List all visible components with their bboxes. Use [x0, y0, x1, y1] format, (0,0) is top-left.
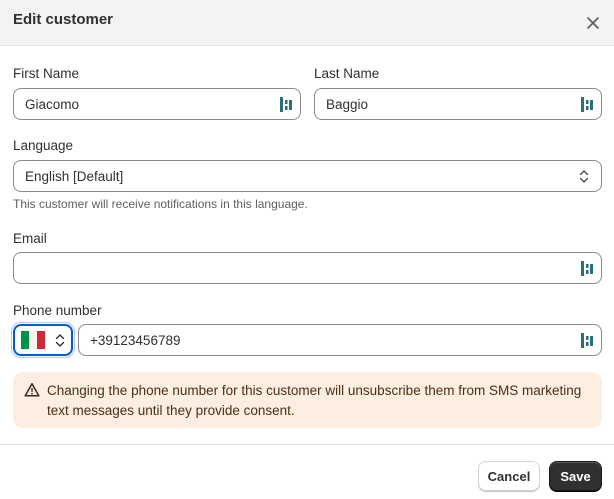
email-input[interactable]	[24, 259, 571, 279]
phone-value: +39123456789	[90, 333, 181, 348]
select-arrows-icon	[55, 334, 65, 347]
modal-header: Edit customer	[0, 0, 614, 46]
phone-field[interactable]: +39123456789	[78, 324, 602, 356]
country-code-select[interactable]	[11, 322, 75, 358]
language-value: English [Default]	[25, 169, 124, 184]
email-label: Email	[13, 231, 47, 246]
password-manager-icon[interactable]	[280, 97, 292, 112]
first-name-value: Giacomo	[25, 97, 80, 112]
save-button[interactable]: Save	[549, 461, 602, 491]
footer-divider	[0, 444, 614, 445]
close-icon	[587, 17, 599, 29]
language-select[interactable]: English [Default]	[13, 160, 602, 192]
password-manager-icon[interactable]	[581, 261, 593, 276]
edit-customer-modal: Edit customer First Name Giacomo Last Na…	[0, 0, 614, 499]
password-manager-icon[interactable]	[581, 333, 593, 348]
italy-flag-icon	[21, 331, 45, 349]
last-name-field[interactable]: Baggio	[314, 88, 602, 120]
first-name-label: First Name	[13, 66, 80, 81]
close-button[interactable]	[582, 12, 604, 34]
email-field[interactable]	[13, 252, 602, 284]
language-label: Language	[13, 138, 74, 153]
password-manager-icon[interactable]	[581, 97, 593, 112]
cancel-button[interactable]: Cancel	[478, 461, 540, 491]
last-name-label: Last Name	[314, 66, 380, 81]
warning-message: Changing the phone number for this custo…	[47, 383, 582, 418]
sms-consent-warning-banner: Changing the phone number for this custo…	[13, 372, 602, 428]
language-help-text: This customer will receive notifications…	[13, 197, 308, 211]
first-name-field[interactable]: Giacomo	[13, 88, 301, 120]
last-name-value: Baggio	[326, 97, 369, 112]
modal-title: Edit customer	[13, 11, 114, 28]
alert-triangle-icon	[24, 383, 40, 397]
phone-label: Phone number	[13, 303, 102, 318]
select-arrows-icon	[579, 170, 589, 183]
